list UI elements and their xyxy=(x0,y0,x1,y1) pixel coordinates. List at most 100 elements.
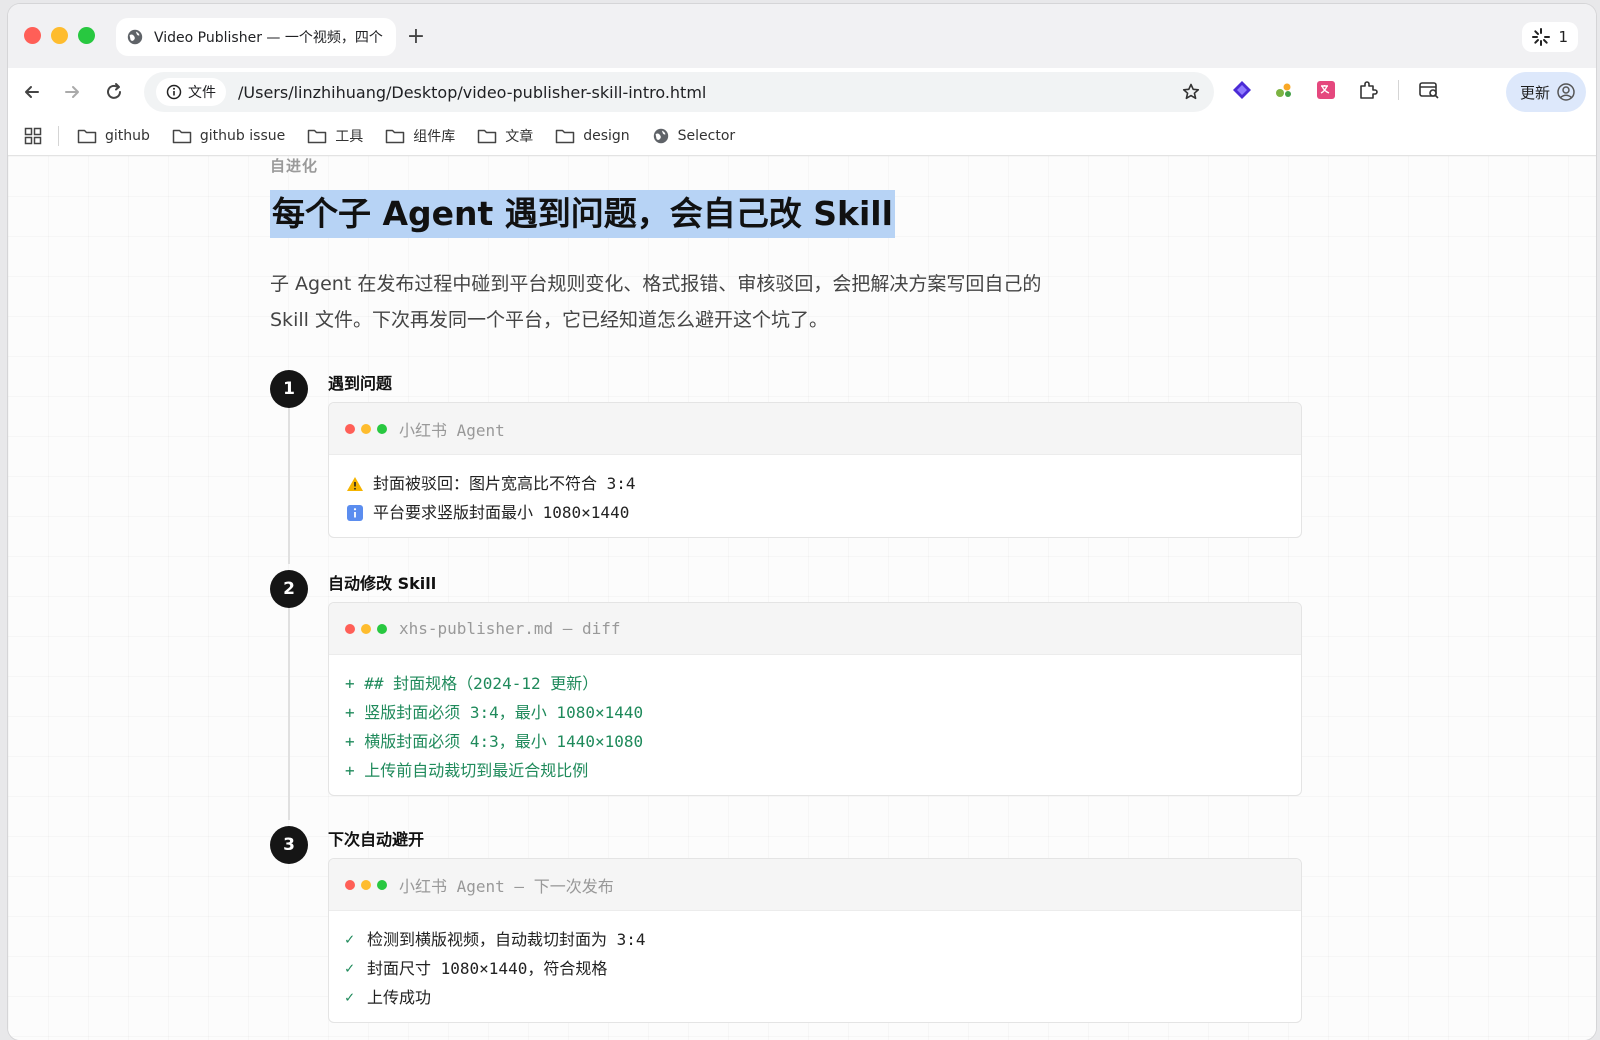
bookmark-selector[interactable]: Selector xyxy=(652,127,735,145)
page-title: 每个子 Agent 遇到问题，会自己改 Skill xyxy=(270,190,895,238)
back-button[interactable] xyxy=(18,78,46,106)
loading-spinner-icon xyxy=(1532,28,1551,46)
section-eyebrow: 自进化 xyxy=(270,157,319,175)
bookmark-articles[interactable]: 文章 xyxy=(477,126,533,146)
arrow-left-icon xyxy=(25,86,39,98)
warning-icon xyxy=(345,476,365,492)
timeline-connector xyxy=(288,590,290,820)
update-button[interactable]: 更新 xyxy=(1505,72,1586,112)
tab-search-button[interactable]: 1 xyxy=(1522,22,1578,52)
diff-line: + ## 封面规格（2024-12 更新） xyxy=(345,674,599,693)
toolbar-divider xyxy=(1398,80,1399,100)
active-tab[interactable]: Video Publisher — 一个视频，四个 xyxy=(116,18,396,56)
tab-search-side-panel-button[interactable] xyxy=(1417,78,1441,102)
check-icon: ✓ xyxy=(345,930,355,948)
result-text: 检测到横版视频，自动裁切封面为 3:4 xyxy=(367,930,646,949)
maximize-window-button[interactable] xyxy=(78,27,95,44)
reload-button[interactable] xyxy=(100,78,128,106)
yellow-dot-icon xyxy=(361,623,371,634)
timeline-connector xyxy=(288,390,290,564)
step-title: 自动修改 Skill xyxy=(328,574,437,593)
bookmark-github[interactable]: github xyxy=(77,128,150,144)
folder-icon xyxy=(172,129,192,143)
bookmarks-divider xyxy=(58,125,59,146)
card-header: 小红书 Agent — 下一次发布 xyxy=(329,859,1301,911)
bookmark-design[interactable]: design xyxy=(555,127,630,144)
red-dot-icon xyxy=(345,879,355,890)
bookmark-components[interactable]: 组件库 xyxy=(385,126,455,146)
extension-molecule-button[interactable] xyxy=(1272,78,1296,102)
site-chip-label: 文件 xyxy=(188,85,216,101)
globe-icon xyxy=(127,29,143,45)
apps-button[interactable] xyxy=(22,125,44,147)
translate-extension-icon xyxy=(1317,81,1335,99)
apps-grid-icon xyxy=(24,127,42,144)
puzzle-icon xyxy=(1360,81,1378,99)
tab-strip: Video Publisher — 一个视频，四个 + 1 xyxy=(8,4,1596,68)
result-line: ✓ 检测到横版视频，自动裁切封面为 3:4 xyxy=(345,925,1285,954)
log-line: 平台要求竖版封面最小 1080×1440 xyxy=(345,498,1285,527)
result-text: 上传成功 xyxy=(367,988,432,1007)
bookmark-tools[interactable]: 工具 xyxy=(307,126,363,146)
bookmarks-bar: github github issue 工具 组件库 文章 design Sel… xyxy=(8,116,1596,156)
step-1-card: 小红书 Agent 封面被驳回：图片宽高比不符合 3:4 平台要求竖版封面最小 … xyxy=(328,402,1302,538)
info-circle-icon xyxy=(166,84,182,100)
step-badge: 3 xyxy=(270,826,308,864)
card-body: ✓ 检测到横版视频，自动裁切封面为 3:4 ✓ 封面尺寸 1080×1440，符… xyxy=(329,911,1301,1022)
lead-paragraph: 子 Agent 在发布过程中碰到平台规则变化、格式报错、审核驳回，会把解决方案写… xyxy=(270,273,1042,331)
card-header: 小红书 Agent xyxy=(329,403,1301,455)
extension-translate-button[interactable] xyxy=(1314,78,1338,102)
folder-icon xyxy=(385,129,405,143)
extensions-row xyxy=(1230,78,1441,102)
diamond-extension-icon xyxy=(1233,81,1251,99)
step-badge: 1 xyxy=(270,370,308,408)
forward-button[interactable] xyxy=(58,78,86,106)
folder-icon xyxy=(555,129,575,143)
reload-icon xyxy=(107,83,121,99)
result-line: ✓ 上传成功 xyxy=(345,983,1285,1012)
step-2-card: xhs-publisher.md — diff + ## 封面规格（2024-1… xyxy=(328,602,1302,796)
window-controls xyxy=(24,27,95,44)
bookmark-label: github issue xyxy=(199,127,286,144)
folder-icon xyxy=(77,129,97,143)
tabstrip-badge: 1 xyxy=(1558,28,1568,46)
tab-title: Video Publisher — 一个视频，四个 xyxy=(154,30,383,46)
yellow-dot-icon xyxy=(361,879,371,890)
green-dot-icon xyxy=(377,623,387,634)
minimize-window-button[interactable] xyxy=(51,27,68,44)
side-panel-search-icon xyxy=(1419,82,1439,99)
step-title: 下次自动避开 xyxy=(328,830,425,849)
folder-icon xyxy=(477,129,497,143)
bookmark-label: 工具 xyxy=(335,128,364,145)
new-tab-button[interactable]: + xyxy=(403,24,429,50)
log-text: 封面被驳回：图片宽高比不符合 3:4 xyxy=(373,474,636,493)
diff-line: + 竖版封面必须 3:4，最小 1080×1440 xyxy=(345,703,644,722)
extensions-menu-button[interactable] xyxy=(1356,78,1380,102)
step-badge: 2 xyxy=(270,570,308,608)
arrow-right-icon xyxy=(65,86,79,98)
card-body: + ## 封面规格（2024-12 更新） + 竖版封面必须 3:4，最小 10… xyxy=(329,655,1301,795)
red-dot-icon xyxy=(345,423,355,434)
molecule-extension-icon xyxy=(1276,83,1291,97)
profile-avatar-icon xyxy=(1557,83,1575,101)
site-info-chip[interactable]: 文件 xyxy=(156,78,226,106)
bookmark-label: 文章 xyxy=(505,128,534,145)
log-text: 平台要求竖版封面最小 1080×1440 xyxy=(373,503,630,522)
red-dot-icon xyxy=(345,623,355,634)
diff-line: + 横版封面必须 4:3，最小 1440×1080 xyxy=(345,732,644,751)
green-dot-icon xyxy=(377,879,387,890)
yellow-dot-icon xyxy=(361,423,371,434)
bookmark-label: 组件库 xyxy=(413,128,456,145)
bookmark-star-button[interactable] xyxy=(1180,81,1202,103)
globe-icon xyxy=(653,128,668,143)
check-icon: ✓ xyxy=(345,988,355,1006)
extension-diamond-button[interactable] xyxy=(1230,78,1254,102)
address-bar[interactable]: 文件 /Users/linzhihuang/Desktop/video-publ… xyxy=(144,72,1214,112)
bookmark-label: github xyxy=(105,127,150,144)
card-title: 小红书 Agent xyxy=(399,420,505,440)
step-title: 遇到问题 xyxy=(328,374,393,393)
bookmark-github-issue[interactable]: github issue xyxy=(172,128,285,144)
url-text[interactable]: /Users/linzhihuang/Desktop/video-publish… xyxy=(238,83,1172,102)
close-window-button[interactable] xyxy=(24,27,41,44)
bookmark-label: design xyxy=(583,127,630,144)
